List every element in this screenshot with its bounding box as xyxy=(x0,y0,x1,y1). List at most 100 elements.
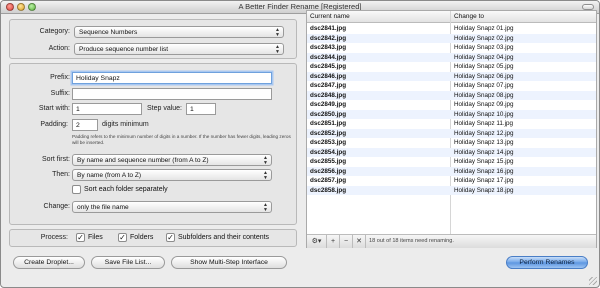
table-row[interactable]: dsc2856.jpg Holiday Snapz 16.jpg xyxy=(307,166,596,176)
sort-each-folder-label: Sort each folder separately xyxy=(84,186,168,193)
change-popup[interactable]: only the file name ▲ ▼ xyxy=(72,201,272,213)
current-name-cell: dsc2852.jpg xyxy=(310,129,347,137)
files-label: Files xyxy=(88,234,103,241)
table-row[interactable]: dsc2853.jpg Holiday Snapz 13.jpg xyxy=(307,138,596,148)
change-value: only the file name xyxy=(77,204,129,211)
category-popup[interactable]: Sequence Numbers ▲ ▼ xyxy=(74,26,284,38)
suffix-label: Suffix: xyxy=(50,90,70,97)
save-file-list-button[interactable]: Save File List... xyxy=(91,256,165,269)
options-panel: Prefix: Holiday Snapz Suffix: Start with… xyxy=(9,63,297,225)
change-to-cell: Holiday Snapz 07.jpg xyxy=(454,82,514,89)
list-toolbar: ⚙▾ + − ✕ 18 out of 18 items need renamin… xyxy=(307,234,596,248)
change-to-cell: Holiday Snapz 16.jpg xyxy=(454,167,514,175)
sort-first-label: Sort first: xyxy=(41,156,70,163)
rename-preview-table: Current name Change to dsc2841.jpg Holida… xyxy=(306,10,597,248)
sort-each-folder-checkbox[interactable] xyxy=(72,185,81,194)
step-value-label: Step value: xyxy=(146,105,182,112)
sort-first-value: By name and sequence number (from A to Z… xyxy=(77,157,209,164)
padding-field[interactable]: 2 xyxy=(72,119,98,131)
current-name-cell: dsc2851.jpg xyxy=(310,120,347,127)
current-name-cell: dsc2841.jpg xyxy=(310,25,347,32)
change-to-cell: Holiday Snapz 09.jpg xyxy=(454,101,514,108)
table-row[interactable]: dsc2847.jpg Holiday Snapz 07.jpg xyxy=(307,81,596,91)
current-name-cell: dsc2854.jpg xyxy=(310,148,347,156)
category-panel: Category: Sequence Numbers ▲ ▼ Action: Pr… xyxy=(9,19,297,59)
change-to-cell: Holiday Snapz 05.jpg xyxy=(454,63,514,70)
category-label: Category: xyxy=(39,28,70,35)
table-row[interactable]: dsc2844.jpg Holiday Snapz 04.jpg xyxy=(307,52,596,62)
table-row[interactable]: dsc2848.jpg Holiday Snapz 08.jpg xyxy=(307,90,596,100)
add-files-button[interactable]: + xyxy=(327,235,340,248)
settings-pane: Category: Sequence Numbers ▲ ▼ Action: Pr… xyxy=(1,15,305,249)
table-row[interactable]: dsc2842.jpg Holiday Snapz 02.jpg xyxy=(307,33,596,43)
perform-renames-button[interactable]: Perform Renames xyxy=(506,256,588,269)
current-name-cell: dsc2842.jpg xyxy=(310,34,347,42)
process-panel: Process: ✓ Files ✓ Folders ✓ Subfolders … xyxy=(9,229,297,247)
app-window: A Better Finder Rename [Registered] Cate… xyxy=(0,0,600,288)
action-popup[interactable]: Produce sequence number list ▲ ▼ xyxy=(74,43,284,55)
process-label: Process: xyxy=(40,234,68,241)
current-name-cell: dsc2856.jpg xyxy=(310,167,347,175)
updown-arrows-icon: ▲ ▼ xyxy=(263,202,268,213)
then-label: Then: xyxy=(52,171,70,178)
folders-checkbox[interactable]: ✓ xyxy=(118,233,127,242)
current-name-cell: dsc2848.jpg xyxy=(310,91,347,99)
column-header-current-name[interactable]: Current name xyxy=(307,11,450,23)
sort-first-popup[interactable]: By name and sequence number (from A to Z… xyxy=(72,154,272,166)
table-row[interactable]: dsc2855.jpg Holiday Snapz 15.jpg xyxy=(307,157,596,167)
current-name-cell: dsc2844.jpg xyxy=(310,53,347,61)
files-checkbox[interactable]: ✓ xyxy=(76,233,85,242)
change-to-cell: Holiday Snapz 06.jpg xyxy=(454,72,514,80)
prefix-label: Prefix: xyxy=(50,74,70,81)
change-to-cell: Holiday Snapz 01.jpg xyxy=(454,25,514,32)
action-label: Action: xyxy=(48,45,70,52)
change-to-cell: Holiday Snapz 08.jpg xyxy=(454,91,514,99)
remove-files-button[interactable]: − xyxy=(340,235,353,248)
padding-unit-label: digits minimum xyxy=(102,121,149,128)
padding-label: Padding: xyxy=(40,121,68,128)
change-to-cell: Holiday Snapz 11.jpg xyxy=(454,120,514,127)
table-row[interactable]: dsc2843.jpg Holiday Snapz 03.jpg xyxy=(307,43,596,53)
start-with-label: Start with: xyxy=(38,105,70,112)
table-row[interactable]: dsc2857.jpg Holiday Snapz 17.jpg xyxy=(307,176,596,186)
table-row[interactable]: dsc2852.jpg Holiday Snapz 12.jpg xyxy=(307,128,596,138)
change-to-cell: Holiday Snapz 03.jpg xyxy=(454,44,514,51)
action-value: Produce sequence number list xyxy=(79,46,169,53)
then-popup[interactable]: By name (from A to Z) ▲ ▼ xyxy=(72,169,272,181)
change-to-cell: Holiday Snapz 17.jpg xyxy=(454,177,514,184)
table-row[interactable]: dsc2858.jpg Holiday Snapz 18.jpg xyxy=(307,185,596,195)
resize-grip-icon[interactable] xyxy=(589,277,597,285)
updown-arrows-icon: ▲ ▼ xyxy=(263,170,268,181)
current-name-cell: dsc2845.jpg xyxy=(310,63,347,70)
table-row[interactable]: dsc2849.jpg Holiday Snapz 09.jpg xyxy=(307,100,596,110)
table-row[interactable]: dsc2846.jpg Holiday Snapz 06.jpg xyxy=(307,71,596,81)
change-to-cell: Holiday Snapz 18.jpg xyxy=(454,186,514,194)
table-row[interactable]: dsc2841.jpg Holiday Snapz 01.jpg xyxy=(307,24,596,34)
column-header-change-to[interactable]: Change to xyxy=(450,11,596,23)
change-to-cell: Holiday Snapz 14.jpg xyxy=(454,148,514,156)
folders-label: Folders xyxy=(130,234,154,241)
prefix-field[interactable]: Holiday Snapz xyxy=(72,72,272,84)
change-to-cell: Holiday Snapz 10.jpg xyxy=(454,110,514,118)
create-droplet-button[interactable]: Create Droplet... xyxy=(13,256,85,269)
table-row[interactable]: dsc2845.jpg Holiday Snapz 05.jpg xyxy=(307,62,596,72)
table-row[interactable]: dsc2854.jpg Holiday Snapz 14.jpg xyxy=(307,147,596,157)
show-multi-step-button[interactable]: Show Multi-Step Interface xyxy=(171,256,287,269)
suffix-field[interactable] xyxy=(72,88,272,100)
table-header: Current name Change to xyxy=(307,11,596,23)
clear-list-button[interactable]: ✕ xyxy=(353,235,366,248)
current-name-cell: dsc2853.jpg xyxy=(310,139,347,146)
change-to-cell: Holiday Snapz 13.jpg xyxy=(454,139,514,146)
category-value: Sequence Numbers xyxy=(79,29,138,36)
table-row[interactable]: dsc2850.jpg Holiday Snapz 10.jpg xyxy=(307,109,596,119)
gear-menu-icon[interactable]: ⚙▾ xyxy=(307,235,327,248)
current-name-cell: dsc2855.jpg xyxy=(310,158,347,165)
change-label: Change: xyxy=(43,203,70,210)
change-to-cell: Holiday Snapz 02.jpg xyxy=(454,34,514,42)
step-value-field[interactable]: 1 xyxy=(186,103,216,115)
table-row[interactable]: dsc2851.jpg Holiday Snapz 11.jpg xyxy=(307,119,596,129)
change-to-cell: Holiday Snapz 15.jpg xyxy=(454,158,514,165)
current-name-cell: dsc2850.jpg xyxy=(310,110,347,118)
updown-arrows-icon: ▲ ▼ xyxy=(275,27,280,38)
subfolders-checkbox[interactable]: ✓ xyxy=(166,233,175,242)
